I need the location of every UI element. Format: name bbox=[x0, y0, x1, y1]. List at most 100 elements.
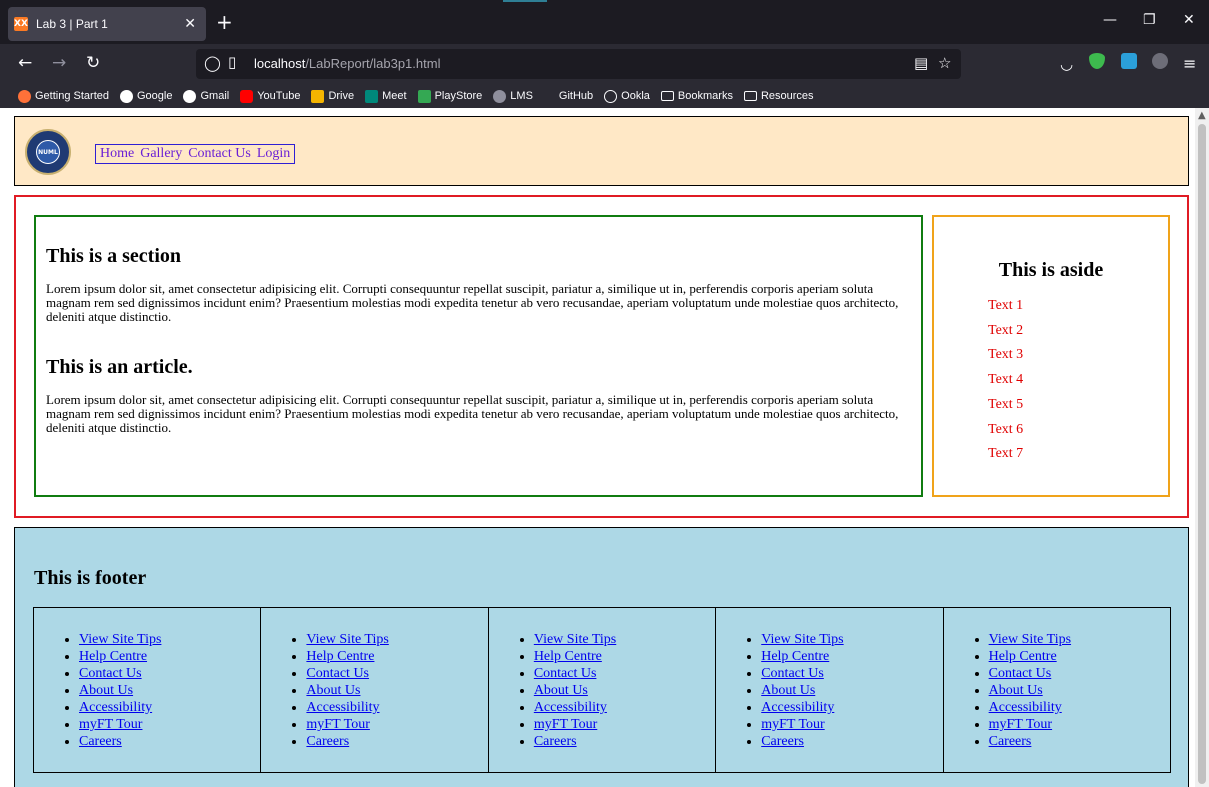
footer-list-item: Contact Us bbox=[79, 665, 260, 682]
footer-list-item: About Us bbox=[306, 682, 487, 699]
footer-list-item: Help Centre bbox=[534, 648, 715, 665]
footer-link[interactable]: Help Centre bbox=[534, 649, 602, 664]
footer-link[interactable]: About Us bbox=[79, 683, 133, 698]
aside-item: Text 6 bbox=[988, 421, 1024, 437]
footer-list-item: Help Centre bbox=[79, 648, 260, 665]
footer-link[interactable]: Help Centre bbox=[989, 649, 1057, 664]
footer-link[interactable]: Contact Us bbox=[534, 666, 597, 681]
page-scrollbar[interactable]: ▲ bbox=[1195, 108, 1209, 787]
tracking-shield-icon[interactable]: ◯ bbox=[204, 54, 221, 72]
footer-list-item: myFT Tour bbox=[989, 716, 1170, 733]
footer-list-item: View Site Tips bbox=[534, 631, 715, 648]
nav-link-home[interactable]: Home bbox=[100, 146, 134, 162]
bookmark-star-icon[interactable]: ☆ bbox=[938, 54, 951, 72]
address-bar[interactable]: ◯ ▯ localhost/LabReport/lab3p1.html ▤ ☆ bbox=[196, 49, 961, 79]
bookmark-youtube[interactable]: YouTube bbox=[240, 89, 300, 103]
xampp-favicon-icon: XX bbox=[14, 17, 28, 31]
adblock-shield-icon[interactable] bbox=[1089, 53, 1105, 69]
bookmark-playstore[interactable]: PlayStore bbox=[417, 89, 483, 103]
footer-link[interactable]: About Us bbox=[761, 683, 815, 698]
footer-link[interactable]: View Site Tips bbox=[989, 632, 1071, 647]
footer-link[interactable]: myFT Tour bbox=[534, 717, 597, 732]
footer-link[interactable]: Careers bbox=[989, 734, 1032, 749]
footer-column: View Site Tips Help Centre Contact Us About… bbox=[944, 608, 1170, 772]
footer-link[interactable]: Contact Us bbox=[79, 666, 142, 681]
bookmark-github[interactable]: GitHub bbox=[559, 90, 593, 102]
aside-panel: This is aside Text 1 Text 2 Text 3 Text … bbox=[932, 215, 1170, 497]
footer-link[interactable]: Contact Us bbox=[761, 666, 824, 681]
logo-emblem: NUML bbox=[36, 140, 60, 164]
bookmark-label: Gmail bbox=[200, 90, 230, 102]
footer-link[interactable]: Help Centre bbox=[761, 649, 829, 664]
nav-link-gallery[interactable]: Gallery bbox=[140, 146, 182, 162]
bookmark-folder-bookmarks[interactable]: Bookmarks bbox=[660, 90, 733, 102]
page-info-icon[interactable]: ▯ bbox=[228, 53, 236, 71]
browser-tab-active[interactable]: XX Lab 3 | Part 1 ✕ bbox=[8, 7, 206, 41]
bookmark-label: Google bbox=[137, 90, 173, 102]
footer-link[interactable]: View Site Tips bbox=[534, 632, 616, 647]
url-text[interactable]: localhost/LabReport/lab3p1.html bbox=[254, 56, 440, 71]
drive-icon bbox=[311, 89, 325, 103]
bookmark-getting-started[interactable]: Getting Started bbox=[18, 89, 109, 103]
back-icon[interactable]: ← bbox=[18, 53, 32, 73]
footer-link[interactable]: Careers bbox=[534, 734, 577, 749]
tab-close-icon[interactable]: ✕ bbox=[184, 16, 196, 32]
footer-list-item: About Us bbox=[534, 682, 715, 699]
aside-item: Text 7 bbox=[988, 446, 1024, 462]
footer-link[interactable]: myFT Tour bbox=[79, 717, 142, 732]
footer-link[interactable]: View Site Tips bbox=[79, 632, 161, 647]
footer-link[interactable]: Accessibility bbox=[534, 700, 607, 715]
footer-link[interactable]: Careers bbox=[79, 734, 122, 749]
nav-link-login[interactable]: Login bbox=[257, 146, 290, 162]
scroll-up-icon[interactable]: ▲ bbox=[1198, 110, 1206, 121]
footer-link[interactable]: Careers bbox=[761, 734, 804, 749]
scrollbar-thumb[interactable] bbox=[1198, 124, 1206, 784]
reader-view-icon[interactable]: ▤ bbox=[914, 54, 928, 72]
footer-list-item: About Us bbox=[989, 682, 1170, 699]
article-paragraph: Lorem ipsum dolor sit, amet consectetur … bbox=[46, 392, 899, 435]
new-tab-icon[interactable]: + bbox=[216, 10, 233, 34]
footer-list-item: About Us bbox=[79, 682, 260, 699]
nav-link-contact-us[interactable]: Contact Us bbox=[188, 146, 251, 162]
footer-link[interactable]: View Site Tips bbox=[761, 632, 843, 647]
section-heading: This is a section bbox=[46, 245, 182, 267]
footer-link[interactable]: Accessibility bbox=[306, 700, 379, 715]
footer-link[interactable]: myFT Tour bbox=[989, 717, 1052, 732]
footer-link[interactable]: View Site Tips bbox=[306, 632, 388, 647]
footer-link[interactable]: Help Centre bbox=[79, 649, 147, 664]
footer-link[interactable]: Accessibility bbox=[989, 700, 1062, 715]
extension-icon[interactable] bbox=[1121, 53, 1137, 69]
bookmark-lms[interactable]: LMS bbox=[493, 89, 533, 103]
footer-link[interactable]: myFT Tour bbox=[306, 717, 369, 732]
footer-link[interactable]: Contact Us bbox=[989, 666, 1052, 681]
footer-link[interactable]: Contact Us bbox=[306, 666, 369, 681]
footer-list-item: Help Centre bbox=[761, 648, 942, 665]
bookmark-folder-resources[interactable]: Resources bbox=[743, 90, 814, 102]
footer-link[interactable]: Careers bbox=[306, 734, 349, 749]
footer-link[interactable]: Accessibility bbox=[79, 700, 152, 715]
bookmark-meet[interactable]: Meet bbox=[365, 89, 407, 103]
menu-icon[interactable]: ≡ bbox=[1183, 54, 1196, 73]
close-window-icon[interactable]: ✕ bbox=[1183, 12, 1195, 28]
bookmark-google[interactable]: Google bbox=[120, 89, 173, 103]
bookmark-label: Meet bbox=[382, 90, 407, 102]
footer-link[interactable]: About Us bbox=[306, 683, 360, 698]
footer-link[interactable]: About Us bbox=[534, 683, 588, 698]
restore-icon[interactable]: ❐ bbox=[1143, 12, 1156, 28]
firefox-icon bbox=[18, 89, 31, 103]
footer-link[interactable]: myFT Tour bbox=[761, 717, 824, 732]
footer-link[interactable]: Accessibility bbox=[761, 700, 834, 715]
footer-column: View Site Tips Help Centre Contact Us About… bbox=[716, 608, 944, 772]
bookmark-label: PlayStore bbox=[434, 90, 483, 102]
bookmark-drive[interactable]: Drive bbox=[311, 89, 354, 103]
minimize-icon[interactable]: — bbox=[1103, 12, 1117, 28]
bookmark-gmail[interactable]: Gmail bbox=[183, 89, 230, 103]
footer-link[interactable]: About Us bbox=[989, 683, 1043, 698]
reload-icon[interactable]: ↻ bbox=[86, 53, 100, 73]
account-icon[interactable] bbox=[1152, 53, 1168, 69]
forward-icon[interactable]: → bbox=[52, 53, 66, 73]
tab-title: Lab 3 | Part 1 bbox=[36, 17, 108, 31]
footer-link[interactable]: Help Centre bbox=[306, 649, 374, 664]
bookmark-ookla[interactable]: Ookla bbox=[604, 89, 650, 103]
pocket-icon[interactable]: ◡ bbox=[1060, 55, 1073, 73]
